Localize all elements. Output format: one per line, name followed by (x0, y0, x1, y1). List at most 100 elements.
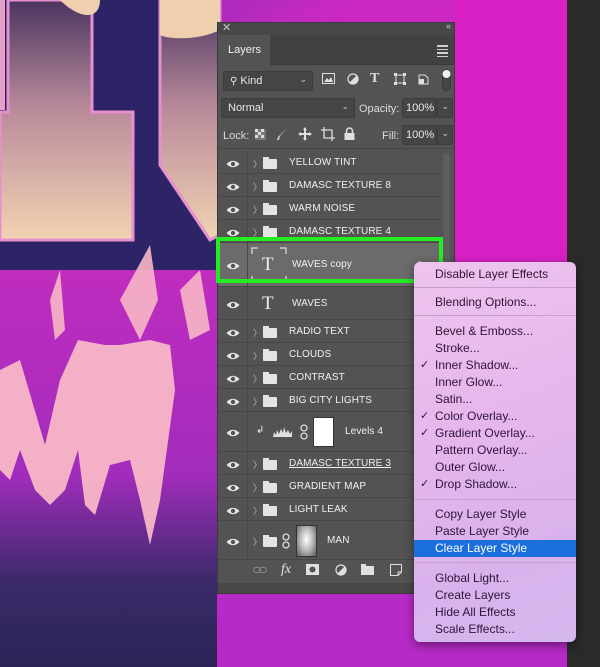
menu-item[interactable]: Outer Glow... (414, 459, 576, 476)
layer-name[interactable]: CLOUDS (289, 349, 331, 360)
layer-row[interactable]: 〉 CLOUDS (218, 343, 444, 366)
blend-mode-dropdown[interactable]: Normal ⌄ (221, 98, 355, 118)
visibility-toggle[interactable] (218, 521, 248, 560)
opacity-input[interactable]: 100% (402, 98, 437, 118)
expand-caret-icon[interactable]: 〉 (253, 535, 262, 548)
visibility-toggle[interactable] (218, 475, 248, 497)
expand-caret-icon[interactable]: 〉 (253, 157, 262, 170)
link-layers-icon[interactable] (253, 564, 267, 578)
lock-all-icon[interactable] (344, 127, 355, 143)
menu-item[interactable]: Blending Options... (414, 294, 576, 311)
fill-input[interactable]: 100% (402, 125, 437, 145)
layer-name[interactable]: MAN (327, 535, 350, 546)
visibility-toggle[interactable] (218, 197, 248, 219)
adjustment-layer-filter-icon[interactable] (347, 73, 359, 88)
type-layer-filter-icon[interactable]: T (370, 71, 379, 87)
menu-item[interactable]: ✓ Inner Shadow... (414, 357, 576, 374)
visibility-toggle[interactable] (218, 498, 248, 520)
visibility-toggle[interactable] (218, 412, 248, 451)
menu-item[interactable]: ✓ Gradient Overlay... (414, 425, 576, 442)
layer-name[interactable]: LIGHT LEAK (289, 504, 348, 515)
layer-row[interactable]: 〉 RADIO TEXT (218, 320, 444, 343)
new-layer-icon[interactable] (390, 564, 402, 579)
lock-transparent-pixels-icon[interactable] (255, 129, 266, 143)
layer-name[interactable]: Levels 4 (345, 426, 383, 437)
filter-toggle-icon[interactable] (442, 69, 451, 94)
menu-item[interactable]: Clear Layer Style (414, 540, 576, 557)
pixel-layer-filter-icon[interactable] (322, 73, 335, 87)
menu-item[interactable]: Paste Layer Style (414, 523, 576, 540)
menu-item[interactable]: Stroke... (414, 340, 576, 357)
layer-name[interactable]: GRADIENT MAP (289, 481, 366, 492)
tab-layers[interactable]: Layers (218, 35, 270, 65)
visibility-toggle[interactable] (218, 366, 248, 388)
layer-name[interactable]: BIG CITY LIGHTS (289, 395, 372, 406)
visibility-toggle[interactable] (218, 287, 248, 319)
visibility-toggle[interactable] (218, 343, 248, 365)
menu-item[interactable]: Pattern Overlay... (414, 442, 576, 459)
add-mask-icon[interactable] (306, 564, 319, 578)
expand-caret-icon[interactable]: 〉 (253, 395, 262, 408)
menu-item[interactable]: Create Layers (414, 587, 576, 604)
mask-link-icon[interactable] (282, 533, 290, 552)
expand-caret-icon[interactable]: 〉 (253, 349, 262, 362)
layer-row[interactable]: 〉 MAN (218, 521, 444, 561)
fill-slider-toggle[interactable]: ⌄ (437, 125, 453, 145)
visibility-toggle[interactable] (218, 174, 248, 196)
fx-icon[interactable]: fx (281, 562, 291, 578)
menu-item[interactable]: Disable Layer Effects (414, 266, 576, 283)
layer-row[interactable]: 〉 BIG CITY LIGHTS (218, 389, 444, 412)
layer-name[interactable]: RADIO TEXT (289, 326, 350, 337)
layer-name[interactable]: DAMASC TEXTURE 8 (289, 180, 391, 191)
menu-item[interactable]: Satin... (414, 391, 576, 408)
layer-name[interactable]: YELLOW TINT (289, 157, 357, 168)
lock-artboard-icon[interactable] (321, 127, 335, 144)
layer-row[interactable]: 〉 DAMASC TEXTURE 8 (218, 174, 444, 197)
expand-caret-icon[interactable]: 〉 (253, 504, 262, 517)
close-panel-icon[interactable]: ✕ (222, 21, 231, 34)
menu-item[interactable]: ✓ Color Overlay... (414, 408, 576, 425)
layer-row[interactable]: 〉 CONTRAST (218, 366, 444, 389)
expand-caret-icon[interactable]: 〉 (253, 180, 262, 193)
layer-name[interactable]: WARM NOISE (289, 203, 355, 214)
menu-item[interactable]: Hide All Effects (414, 604, 576, 621)
layer-row[interactable]: 〉 GRADIENT MAP (218, 475, 444, 498)
layer-name[interactable]: DAMASC TEXTURE 4 (289, 226, 391, 237)
expand-caret-icon[interactable]: 〉 (253, 372, 262, 385)
visibility-toggle[interactable] (218, 452, 248, 474)
layer-row[interactable]: ↲ Levels 4 (218, 412, 444, 452)
expand-caret-icon[interactable]: 〉 (253, 203, 262, 216)
layer-name[interactable]: DAMASC TEXTURE 3 (289, 458, 391, 469)
menu-item[interactable]: Copy Layer Style (414, 506, 576, 523)
new-group-icon[interactable] (361, 564, 374, 578)
opacity-slider-toggle[interactable]: ⌄ (437, 98, 453, 118)
collapse-panel-icon[interactable]: ‹‹ (446, 21, 451, 31)
expand-caret-icon[interactable]: 〉 (253, 481, 262, 494)
visibility-toggle[interactable] (218, 320, 248, 342)
layer-row[interactable]: 〉 DAMASC TEXTURE 3 (218, 452, 444, 475)
lock-image-pixels-icon[interactable] (276, 128, 288, 144)
layer-mask-thumbnail[interactable] (296, 525, 317, 557)
panel-titlebar[interactable]: ✕ ‹‹ (218, 21, 454, 35)
layer-mask-thumbnail[interactable] (313, 417, 334, 447)
filter-kind-dropdown[interactable]: ⚲ Kind ⌄ (223, 71, 313, 91)
lock-position-icon[interactable] (298, 127, 312, 144)
visibility-toggle[interactable] (218, 389, 248, 411)
layer-name[interactable]: CONTRAST (289, 372, 345, 383)
menu-item[interactable]: Bevel & Emboss... (414, 323, 576, 340)
expand-caret-icon[interactable]: 〉 (253, 326, 262, 339)
menu-item[interactable]: ✓ Drop Shadow... (414, 476, 576, 493)
visibility-toggle[interactable] (218, 151, 248, 173)
layer-name[interactable]: WAVES (292, 298, 328, 309)
shape-layer-filter-icon[interactable] (394, 73, 406, 88)
layer-row[interactable]: T WAVES (218, 287, 444, 320)
layer-row[interactable]: 〉 LIGHT LEAK (218, 498, 444, 521)
layer-row[interactable]: 〉 YELLOW TINT (218, 151, 444, 174)
panel-menu-icon[interactable] (437, 45, 448, 59)
expand-caret-icon[interactable]: 〉 (253, 458, 262, 471)
menu-item[interactable]: Global Light... (414, 570, 576, 587)
menu-item[interactable]: Inner Glow... (414, 374, 576, 391)
mask-link-icon[interactable] (300, 424, 308, 443)
layer-row[interactable]: 〉 WARM NOISE (218, 197, 444, 220)
menu-item[interactable]: Scale Effects... (414, 621, 576, 638)
